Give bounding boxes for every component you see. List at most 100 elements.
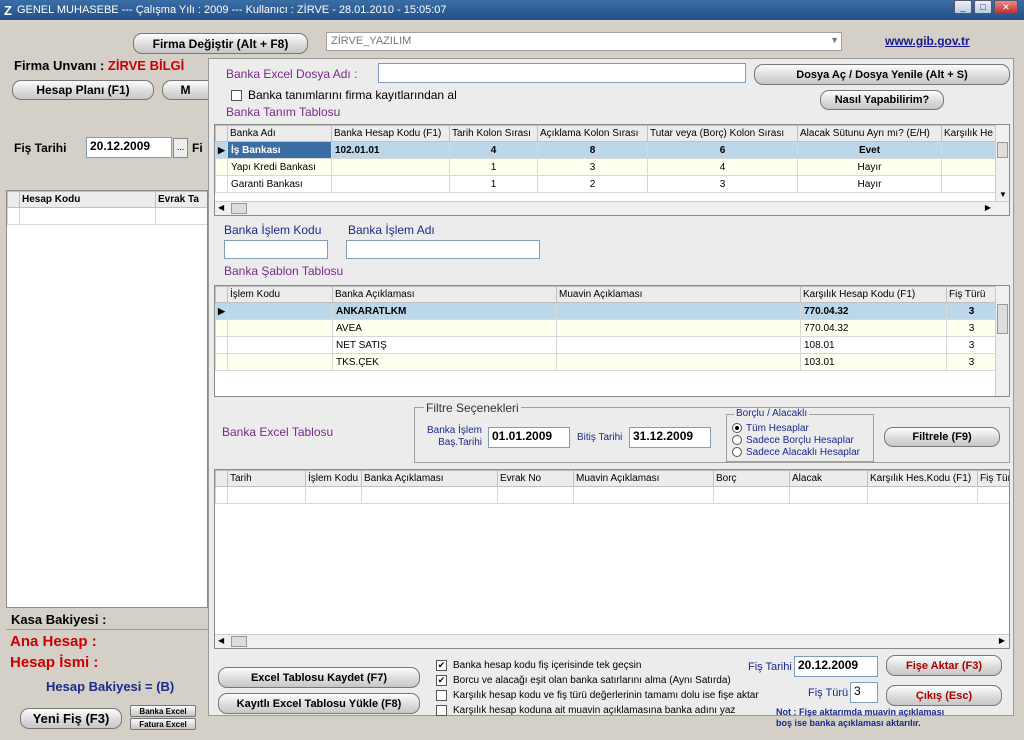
grid-cell[interactable] bbox=[573, 486, 714, 504]
evrak-header[interactable]: Evrak Ta bbox=[155, 191, 207, 208]
hesap-plani-button[interactable]: Hesap Planı (F1) bbox=[12, 80, 154, 100]
grid-cell[interactable] bbox=[867, 486, 978, 504]
excel-col-header[interactable]: Evrak No bbox=[497, 470, 574, 487]
table-row[interactable]: NET SATIŞ 108.01 3 bbox=[215, 336, 997, 354]
tanim-col-header[interactable]: Tarih Kolon Sırası bbox=[449, 125, 538, 142]
tanim-col-header[interactable]: Tutar veya (Borç) Kolon Sırası bbox=[647, 125, 798, 142]
vertical-scrollbar[interactable] bbox=[995, 286, 1009, 396]
radio-button[interactable] bbox=[732, 447, 742, 458]
sablon-col-header[interactable]: Banka Açıklaması bbox=[332, 286, 557, 303]
islem-kodu-cell[interactable] bbox=[227, 353, 333, 371]
tanim-col-header[interactable]: Alacak Sütunu Ayrı mı? (E/H) bbox=[797, 125, 942, 142]
banka-aciklama-cell[interactable]: NET SATIŞ bbox=[332, 336, 557, 354]
grid-cell[interactable] bbox=[941, 175, 999, 193]
islem-kodu-input[interactable] bbox=[224, 240, 328, 259]
fis-turu-cell[interactable]: 3 bbox=[946, 336, 997, 354]
tarih-kolon-cell[interactable]: 1 bbox=[449, 158, 538, 176]
fis-tarihi-bottom-input[interactable]: 20.12.2009 bbox=[794, 656, 878, 677]
tanim-col-header[interactable]: Açıklama Kolon Sırası bbox=[537, 125, 648, 142]
table-row[interactable]: ▶ İş Bankası 102.01.01 4 8 6 Evet bbox=[215, 141, 999, 159]
radio-alacakli-hesaplar[interactable]: Sadece Alacaklı Hesaplar bbox=[732, 447, 860, 458]
sablon-col-header[interactable]: Fiş Türü bbox=[946, 286, 997, 303]
excel-yukle-button[interactable]: Kayıtlı Excel Tablosu Yükle (F8) bbox=[218, 693, 420, 714]
grid-cell[interactable] bbox=[361, 486, 498, 504]
scroll-right-icon[interactable]: ▶ bbox=[985, 203, 991, 212]
islem-kodu-cell[interactable] bbox=[227, 302, 333, 320]
checkbox-box[interactable]: ✔ bbox=[436, 675, 447, 686]
sablon-col-header[interactable]: Muavin Açıklaması bbox=[556, 286, 801, 303]
m-button[interactable]: M bbox=[162, 80, 208, 100]
table-row[interactable]: AVEA 770.04.32 3 bbox=[215, 319, 997, 337]
islem-kodu-cell[interactable] bbox=[227, 319, 333, 337]
yeni-fis-button[interactable]: Yeni Fiş (F3) bbox=[20, 708, 122, 729]
grid-cell[interactable] bbox=[941, 141, 999, 159]
karsilik-cell[interactable]: 103.01 bbox=[800, 353, 947, 371]
tarih-kolon-cell[interactable]: 4 bbox=[449, 141, 538, 159]
grid-cell[interactable] bbox=[19, 207, 156, 225]
muavin-cell[interactable] bbox=[556, 353, 801, 371]
scroll-left-icon[interactable]: ◀ bbox=[218, 636, 224, 645]
table-row[interactable]: ▶ ANKARATLKM 770.04.32 3 bbox=[215, 302, 997, 320]
muavin-cell[interactable] bbox=[556, 336, 801, 354]
tanim-col-header[interactable]: Banka Hesap Kodu (F1) bbox=[331, 125, 450, 142]
excel-col-header[interactable]: Alacak bbox=[789, 470, 868, 487]
cikis-button[interactable]: Çıkış (Esc) bbox=[886, 685, 1002, 706]
banka-aciklama-cell[interactable]: AVEA bbox=[332, 319, 557, 337]
banka-kodu-cell[interactable] bbox=[331, 158, 450, 176]
banka-adi-cell[interactable]: Yapı Kredi Bankası bbox=[227, 158, 332, 176]
fis-turu-cell[interactable]: 3 bbox=[946, 302, 997, 320]
fis-grid[interactable]: Hesap Kodu Evrak Ta bbox=[6, 190, 208, 608]
tutar-kolon-cell[interactable]: 3 bbox=[647, 175, 798, 193]
checkbox-box[interactable]: ✔ bbox=[436, 660, 447, 671]
scroll-thumb[interactable] bbox=[997, 304, 1008, 334]
islem-kodu-cell[interactable] bbox=[227, 336, 333, 354]
horizontal-scrollbar[interactable]: ◀ ▶ bbox=[215, 201, 1009, 215]
excel-col-header[interactable]: Banka Açıklaması bbox=[361, 470, 498, 487]
firma-degistir-button[interactable]: Firma Değiştir (Alt + F8) bbox=[133, 33, 308, 54]
grid-cell[interactable] bbox=[305, 486, 362, 504]
muavin-cell[interactable] bbox=[556, 302, 801, 320]
radio-button[interactable] bbox=[732, 435, 742, 446]
firma-kayit-checkbox[interactable]: Banka tanımlarını firma kayıtlarından al bbox=[231, 88, 457, 102]
dosya-ac-button[interactable]: Dosya Aç / Dosya Yenile (Alt + S) bbox=[754, 64, 1010, 85]
excel-col-header[interactable]: Fiş Tür bbox=[977, 470, 1009, 487]
alacak-cell[interactable]: Hayır bbox=[797, 158, 942, 176]
grid-cell[interactable] bbox=[227, 486, 306, 504]
radio-borclu-hesaplar[interactable]: Sadece Borçlu Hesaplar bbox=[732, 435, 854, 446]
esit-satir-checkbox[interactable]: ✔ Borcu ve alacağı eşit olan banka satırl… bbox=[436, 675, 772, 686]
gib-link[interactable]: www.gib.gov.tr bbox=[885, 34, 970, 48]
banka-aciklama-cell[interactable]: ANKARATLKM bbox=[332, 302, 557, 320]
excel-col-header[interactable]: Borç bbox=[713, 470, 790, 487]
tanim-col-header[interactable]: Banka Adı bbox=[227, 125, 332, 142]
filtrele-button[interactable]: Filtrele (F9) bbox=[884, 427, 1000, 447]
table-row[interactable]: TKS.ÇEK 103.01 3 bbox=[215, 353, 997, 371]
banka-kodu-cell[interactable]: 102.01.01 bbox=[331, 141, 450, 159]
fis-tarihi-input[interactable]: 20.12.2009 bbox=[86, 137, 172, 158]
tanim-col-header[interactable]: Karşılık He bbox=[941, 125, 999, 142]
grid-cell[interactable] bbox=[155, 207, 207, 225]
table-row[interactable]: Garanti Bankası 1 2 3 Hayır bbox=[215, 175, 999, 193]
banka-sablon-grid[interactable]: İşlem Kodu Banka Açıklaması Muavin Açıkl… bbox=[214, 285, 1010, 397]
horizontal-scrollbar[interactable]: ◀ ▶ bbox=[215, 634, 1009, 648]
radio-button[interactable] bbox=[732, 423, 742, 434]
checkbox-box[interactable] bbox=[436, 705, 447, 716]
close-icon[interactable]: ✕ bbox=[994, 0, 1018, 14]
nasil-button[interactable]: Nasıl Yapabilirim? bbox=[820, 90, 944, 110]
banka-excel-grid[interactable]: Tarih İşlem Kodu Banka Açıklaması Evrak … bbox=[214, 469, 1010, 649]
tarih-kolon-cell[interactable]: 1 bbox=[449, 175, 538, 193]
aciklama-kolon-cell[interactable]: 3 bbox=[537, 158, 648, 176]
karsilik-cell[interactable]: 770.04.32 bbox=[800, 302, 947, 320]
alacak-cell[interactable]: Evet bbox=[797, 141, 942, 159]
minimize-icon[interactable]: _ bbox=[954, 0, 972, 14]
table-row[interactable] bbox=[215, 486, 1009, 504]
tutar-kolon-cell[interactable]: 6 bbox=[647, 141, 798, 159]
sablon-col-header[interactable]: İşlem Kodu bbox=[227, 286, 333, 303]
excel-col-header[interactable]: İşlem Kodu bbox=[305, 470, 362, 487]
scroll-thumb[interactable] bbox=[231, 636, 247, 647]
excel-col-header[interactable]: Tarih bbox=[227, 470, 306, 487]
fatura-excel-button[interactable]: Fatura Excel bbox=[130, 718, 196, 730]
bas-tarihi-input[interactable]: 01.01.2009 bbox=[488, 427, 570, 448]
islem-adi-input[interactable] bbox=[346, 240, 540, 259]
aciklama-kolon-cell[interactable]: 8 bbox=[537, 141, 648, 159]
bitis-tarihi-input[interactable]: 31.12.2009 bbox=[629, 427, 711, 448]
